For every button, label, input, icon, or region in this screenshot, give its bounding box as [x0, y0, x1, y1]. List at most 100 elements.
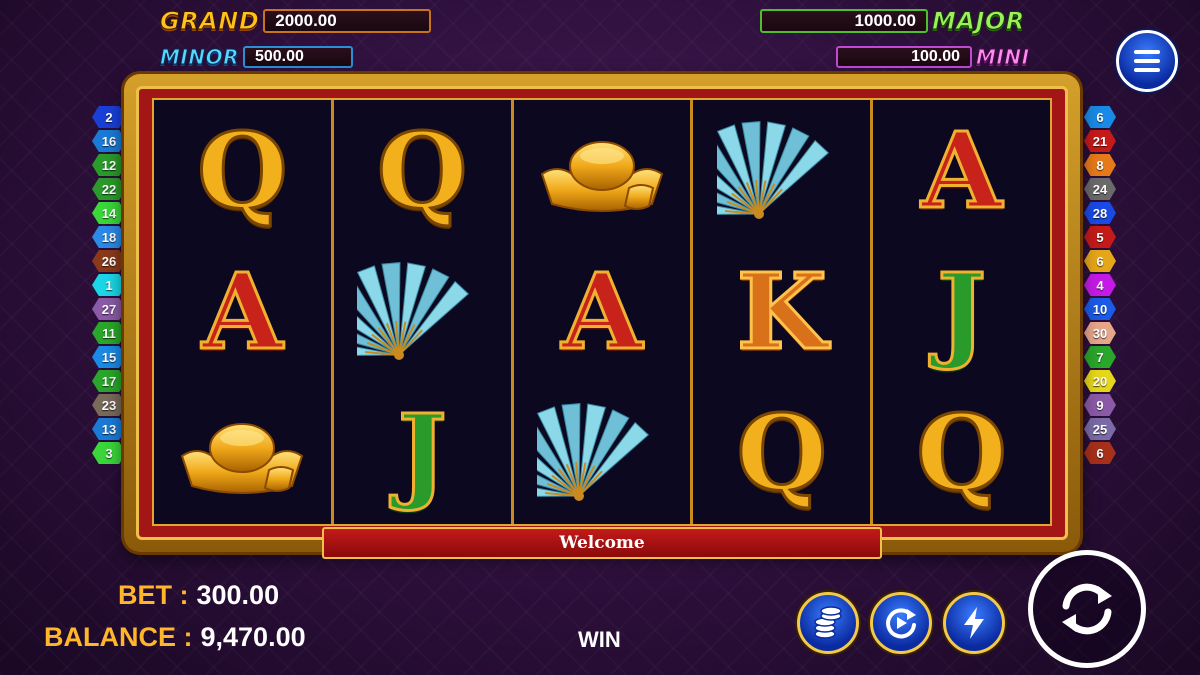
- reel-cell: [665, 100, 870, 241]
- turbo-button[interactable]: [943, 592, 1005, 654]
- jackpot-major-label: MAJOR: [932, 7, 1025, 36]
- reel-cell: K: [693, 241, 870, 382]
- menu-icon-bar: [1134, 68, 1160, 72]
- jackpot-minor-label: MINOR: [160, 45, 239, 70]
- spin-icon: [1062, 583, 1112, 635]
- payline-right-25: 25: [1084, 418, 1116, 440]
- payline-left-1: 1: [92, 274, 126, 296]
- folding-fan-icon: [665, 116, 847, 226]
- reel-frame: QA Q J A KQAJQ: [124, 74, 1080, 552]
- payline-left-13: 13: [92, 418, 126, 440]
- reel-1: QA: [154, 100, 334, 524]
- paylines-right: 6 21 8 24 28 5 6 4 10 30 7 20 9 25 6: [1084, 106, 1116, 464]
- jackpot-grand-label: GRAND: [159, 7, 260, 36]
- jackpot-mini: 100.00 MINI: [836, 45, 1030, 70]
- reel-grid: QA Q J A KQAJQ: [152, 98, 1052, 526]
- jackpot-major: 1000.00 MAJOR: [760, 7, 1025, 36]
- payline-right-4: 4: [1084, 274, 1116, 296]
- payline-right-7: 7: [1084, 346, 1116, 368]
- payline-left-14: 14: [92, 202, 126, 224]
- reel-cell: [306, 241, 511, 382]
- reel-5: AJQ: [873, 100, 1050, 524]
- payline-right-28: 28: [1084, 202, 1116, 224]
- win-label: WIN: [578, 627, 621, 652]
- reel-cell: [514, 100, 691, 241]
- reel-cell: Q: [154, 100, 331, 241]
- symbol-q: Q: [375, 108, 469, 232]
- gold-ingot-icon: [537, 126, 667, 216]
- reel-2: Q J: [306, 100, 514, 524]
- reel-cell: Q: [873, 383, 1050, 524]
- symbol-a: A: [920, 108, 1004, 232]
- payline-right-9: 9: [1084, 394, 1116, 416]
- reel-cell: [486, 383, 691, 524]
- symbol-a: A: [201, 249, 285, 373]
- payline-left-26: 26: [92, 250, 126, 272]
- folding-fan-icon: [486, 398, 667, 508]
- symbol-q: Q: [196, 108, 290, 232]
- paylines-left: 2 16 12 22 14 18 26 1 27 11 15 17 23 13 3: [92, 106, 126, 464]
- bet-display: BET : 300.00: [118, 580, 279, 611]
- jackpot-mini-label: MINI: [976, 45, 1030, 70]
- payline-left-3: 3: [92, 442, 126, 464]
- payline-left-22: 22: [92, 178, 126, 200]
- payline-left-12: 12: [92, 154, 126, 176]
- menu-button[interactable]: [1116, 30, 1178, 92]
- jackpot-grand: GRAND 2000.00: [159, 7, 432, 36]
- reel-cell: A: [514, 241, 691, 382]
- gold-ingot-icon: [177, 408, 307, 498]
- jackpot-minor-value: 500.00: [242, 46, 353, 68]
- payline-right-8: 8: [1084, 154, 1116, 176]
- lightning-icon: [964, 607, 984, 639]
- symbol-j: J: [396, 391, 448, 515]
- menu-icon-bar: [1134, 59, 1160, 63]
- payline-right-21: 21: [1084, 130, 1116, 152]
- payline-right-30: 30: [1084, 322, 1116, 344]
- balance-label: BALANCE :: [44, 622, 193, 652]
- payline-right-6: 6: [1084, 250, 1116, 272]
- symbol-q: Q: [915, 391, 1009, 515]
- reel-cell: J: [873, 241, 1050, 382]
- payline-right-6: 6: [1084, 106, 1116, 128]
- payline-left-11: 11: [92, 322, 126, 344]
- payline-left-2: 2: [92, 106, 126, 128]
- spin-button[interactable]: [1028, 550, 1146, 668]
- payline-left-16: 16: [92, 130, 126, 152]
- balance-value: 9,470.00: [200, 622, 306, 652]
- reel-cell: A: [873, 100, 1050, 241]
- jackpot-minor: MINOR 500.00: [160, 45, 353, 70]
- payline-left-27: 27: [92, 298, 126, 320]
- symbol-k: K: [735, 249, 828, 373]
- reel-cell: Q: [693, 383, 870, 524]
- reel-4: KQ: [665, 100, 874, 524]
- payline-left-23: 23: [92, 394, 126, 416]
- reel-cell: [154, 383, 331, 524]
- reel-3: A: [486, 100, 694, 524]
- autoplay-button[interactable]: [870, 592, 932, 654]
- payline-left-17: 17: [92, 370, 126, 392]
- symbol-a: A: [560, 249, 644, 373]
- symbol-j: J: [935, 249, 987, 373]
- payline-right-6: 6: [1084, 442, 1116, 464]
- reel-cell: J: [334, 383, 511, 524]
- bet-label: BET :: [118, 580, 189, 610]
- payline-right-24: 24: [1084, 178, 1116, 200]
- payline-right-10: 10: [1084, 298, 1116, 320]
- reel-cell: A: [154, 241, 331, 382]
- payline-right-20: 20: [1084, 370, 1116, 392]
- autoplay-icon: [886, 608, 916, 639]
- jackpot-grand-value: 2000.00: [263, 9, 432, 33]
- jackpot-mini-value: 100.00: [836, 46, 972, 68]
- menu-icon: [1134, 50, 1160, 54]
- folding-fan-icon: [306, 257, 487, 367]
- bet-coins-button[interactable]: [797, 592, 859, 654]
- message-bar: Welcome: [322, 527, 882, 559]
- reel-cell: Q: [334, 100, 511, 241]
- balance-display: BALANCE : 9,470.00: [44, 622, 306, 653]
- coins-icon: [814, 606, 842, 639]
- payline-left-15: 15: [92, 346, 126, 368]
- bet-value: 300.00: [196, 580, 280, 610]
- payline-left-18: 18: [92, 226, 126, 248]
- jackpot-major-value: 1000.00: [760, 9, 928, 33]
- symbol-q: Q: [735, 391, 829, 515]
